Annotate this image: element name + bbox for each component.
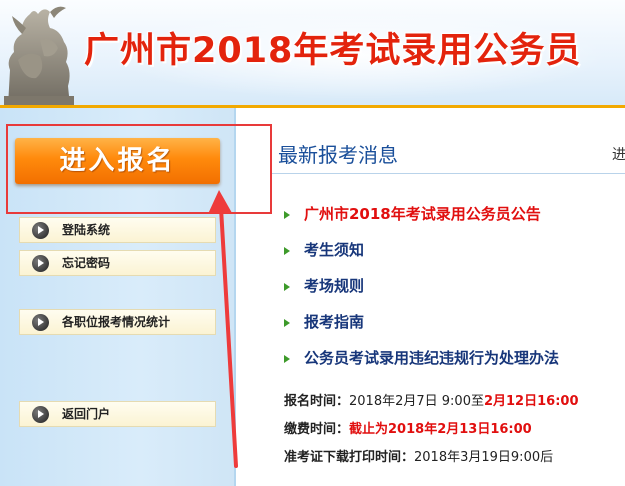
sidebar-item-label: 登陆系统	[62, 223, 111, 237]
sidebar-item-label: 各职位报考情况统计	[62, 315, 171, 329]
ticket-time-label: 准考证下载打印时间：	[284, 450, 415, 465]
sidebar-item-return-portal[interactable]: 返回门户	[19, 401, 216, 427]
sidebar-item-label: 忘记密码	[62, 256, 111, 270]
signup-time-line: 报名时间：2018年2月7日 9:00至2月12日16:00	[284, 392, 579, 412]
circle-arrow-icon	[32, 314, 49, 331]
more-link[interactable]: 进	[612, 144, 625, 164]
circle-arrow-icon	[32, 222, 49, 239]
sidebar-item-forgot-password[interactable]: 忘记密码	[19, 250, 216, 276]
bullet-arrow-icon	[284, 319, 290, 327]
sidebar-item-position-stats[interactable]: 各职位报考情况统计	[19, 309, 216, 335]
bullet-arrow-icon	[284, 247, 290, 255]
bullet-arrow-icon	[284, 211, 290, 219]
site-header: 广州市2018年考试录用公务员	[0, 0, 625, 108]
fee-time-deadline: 截止为2018年2月13日16:00	[349, 422, 532, 437]
signup-time-start: 2018年2月7日 9:00至	[349, 394, 484, 409]
fee-time-line: 缴费时间：截止为2018年2月13日16:00	[284, 420, 532, 440]
sidebar-item-login[interactable]: 登陆系统	[19, 217, 216, 243]
news-item-text: 广州市2018年考试录用公务员公告	[304, 205, 541, 223]
circle-arrow-icon	[32, 406, 49, 423]
fee-time-label: 缴费时间：	[284, 422, 350, 437]
news-item-text: 考场规则	[304, 277, 365, 295]
sidebar-item-label: 返回门户	[62, 407, 111, 421]
bullet-arrow-icon	[284, 283, 290, 291]
annotation-highlight-box	[6, 124, 272, 214]
five-goats-statue-icon	[4, 6, 74, 106]
news-section-title: 最新报考消息	[278, 143, 398, 167]
ticket-time-line: 准考证下载打印时间：2018年3月19日9:00后	[284, 448, 553, 468]
ticket-time-value: 2018年3月19日9:00后	[414, 450, 554, 465]
circle-arrow-icon	[32, 255, 49, 272]
signup-time-label: 报名时间：	[284, 394, 350, 409]
signup-time-end: 2月12日16:00	[483, 394, 579, 409]
bullet-arrow-icon	[284, 355, 290, 363]
news-item-text: 考生须知	[304, 241, 365, 259]
news-item-text: 报考指南	[304, 313, 365, 331]
site-title: 广州市2018年考试录用公务员	[84, 31, 582, 71]
news-divider	[272, 173, 625, 174]
news-item-text: 公务员考试录用违纪违规行为处理办法	[304, 349, 560, 367]
